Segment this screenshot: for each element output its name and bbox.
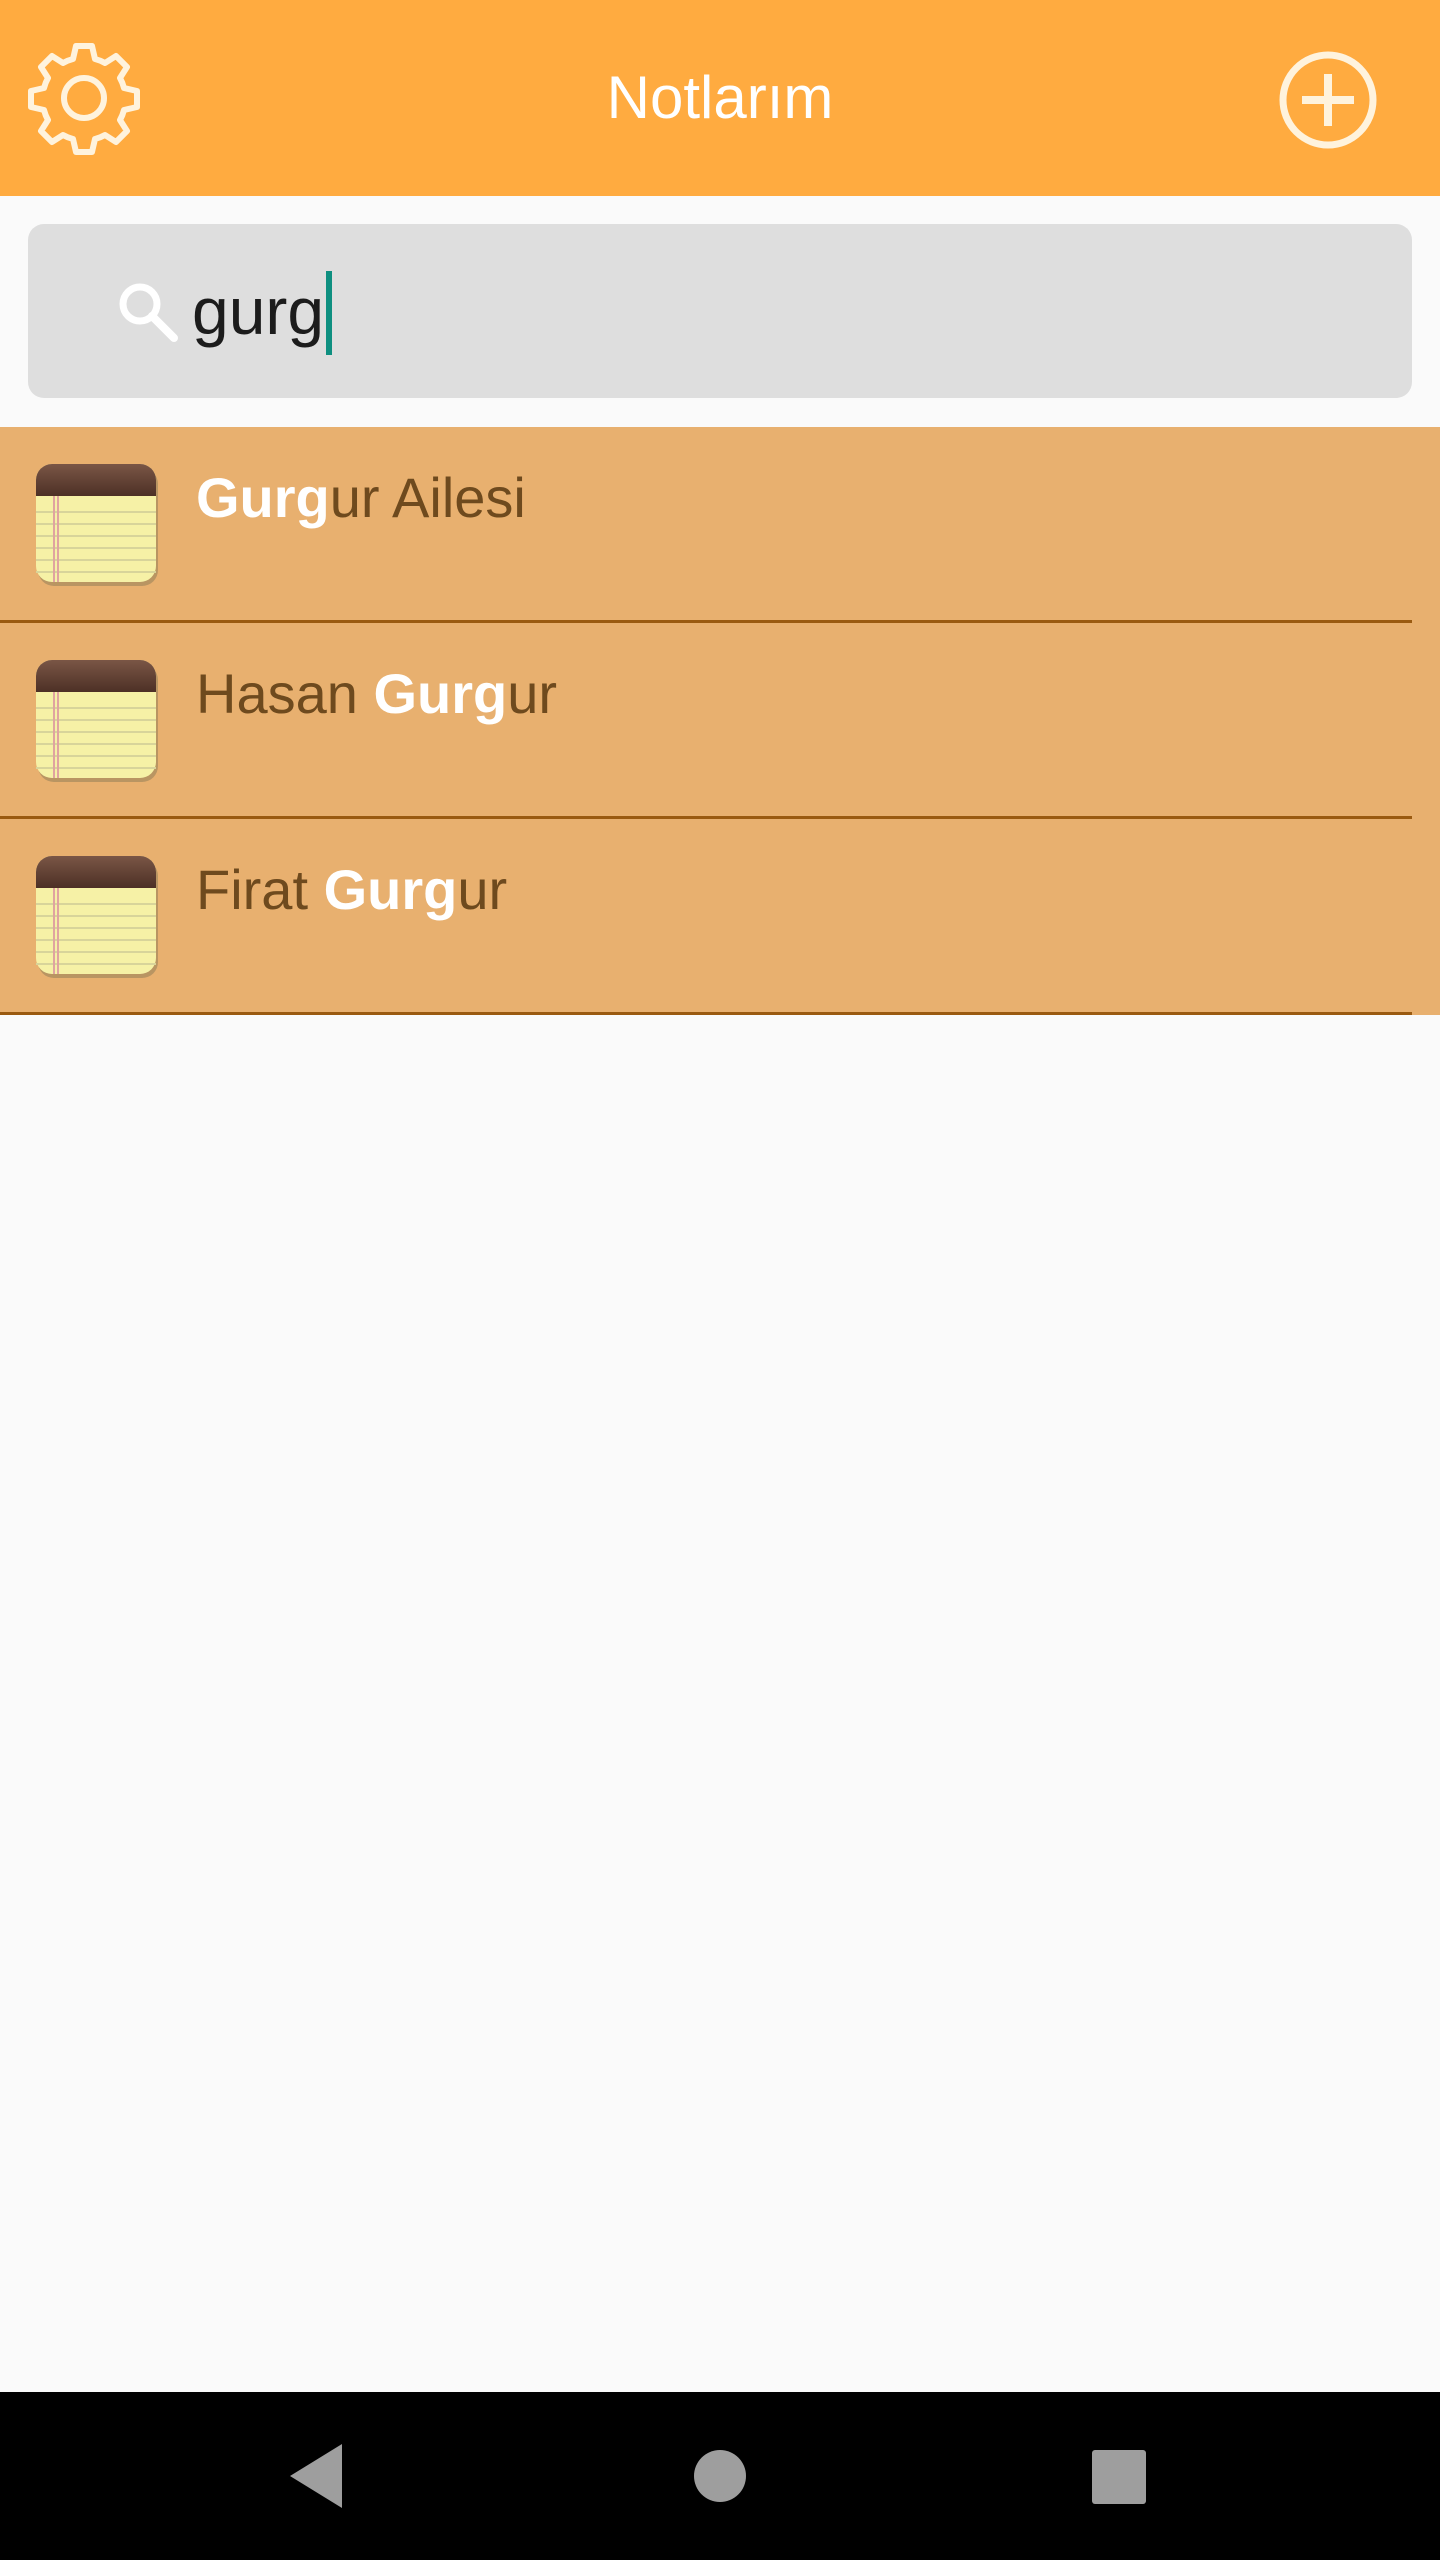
recents-square-icon[interactable] (1078, 2436, 1158, 2516)
gear-icon (28, 43, 140, 155)
search-icon (119, 283, 178, 342)
note-title: Gurgur Ailesi (196, 466, 526, 529)
notes-list: Gurgur Ailesi Hasan Gurgur Firat Gurgur (0, 427, 1440, 1015)
match-highlight: Gurg (323, 858, 458, 921)
app-bar: Notlarım (0, 0, 1440, 196)
match-highlight: Gurg (196, 466, 330, 529)
search-query-text: gurg (192, 274, 325, 348)
system-nav-bar (0, 2392, 1440, 2560)
notepad-icon (36, 660, 158, 782)
notes-screen: Notlarım gurg Gurgur Ailesi Hasan Gurgur… (0, 0, 1440, 2560)
add-note-button[interactable] (1276, 48, 1380, 152)
home-circle-icon[interactable] (680, 2436, 760, 2516)
notepad-icon (36, 856, 158, 978)
note-title: Hasan Gurgur (196, 662, 557, 725)
page-title: Notlarım (606, 64, 834, 131)
search-input[interactable]: gurg (192, 224, 333, 398)
back-triangle-icon[interactable] (280, 2436, 360, 2516)
search-box[interactable]: gurg (28, 224, 1412, 398)
text-caret (326, 270, 333, 355)
list-item[interactable]: Hasan Gurgur (0, 623, 1412, 819)
list-item[interactable]: Gurgur Ailesi (0, 427, 1412, 623)
list-item[interactable]: Firat Gurgur (0, 819, 1412, 1015)
settings-button[interactable] (24, 38, 144, 158)
notepad-icon (36, 464, 158, 586)
plus-circle-icon (1279, 51, 1377, 149)
match-highlight: Gurg (373, 662, 508, 725)
note-title: Firat Gurgur (196, 858, 508, 921)
